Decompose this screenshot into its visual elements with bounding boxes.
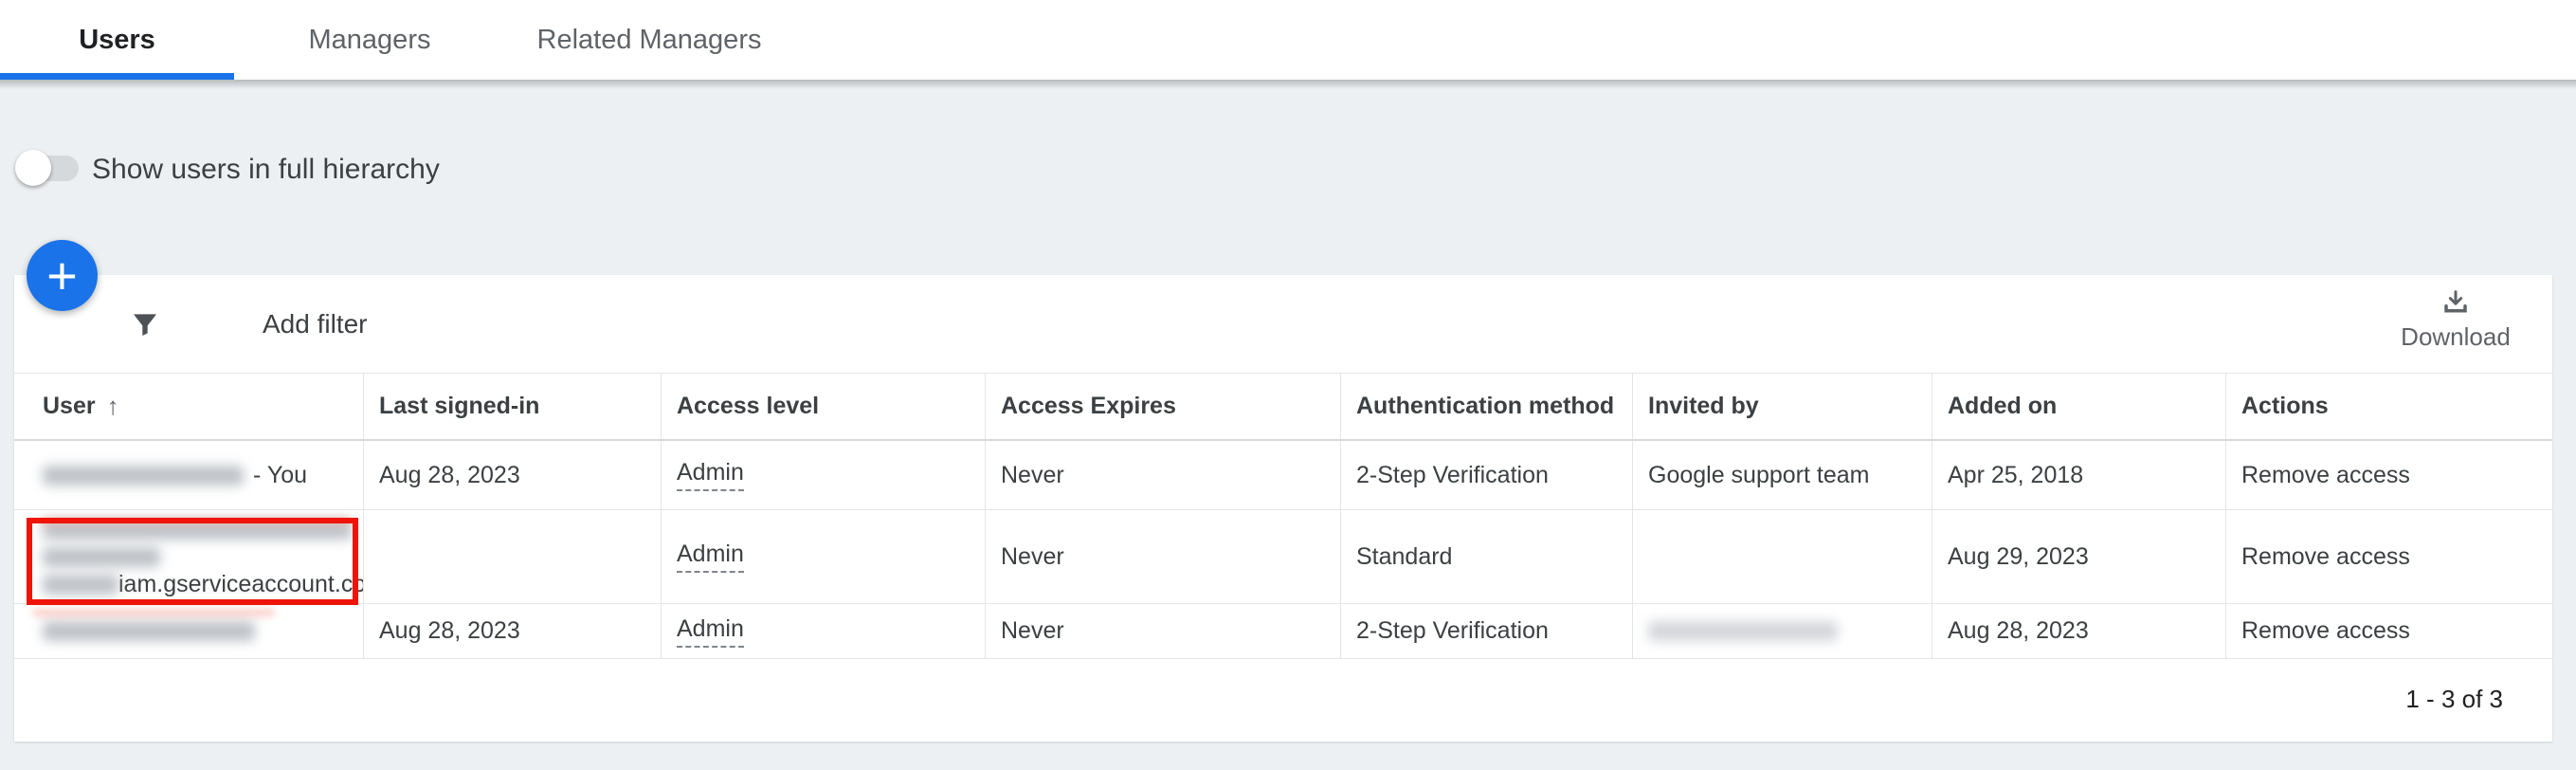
- table-row: - You Aug 28, 2023 Admin Never 2-Step Ve…: [14, 441, 2552, 510]
- last-signed-in-cell: Aug 28, 2023: [364, 441, 662, 509]
- user-cell: - You: [14, 441, 364, 509]
- add-filter-label: Add filter: [263, 309, 368, 339]
- sort-ascending-icon: ↑: [107, 392, 119, 421]
- access-level-cell: Admin: [662, 510, 986, 603]
- tab-bar-shadow: [0, 80, 2576, 89]
- column-header-added-on[interactable]: Added on: [1932, 374, 2226, 439]
- toggle-knob: [15, 150, 51, 186]
- tab-bar: Users Managers Related Managers: [0, 0, 2576, 80]
- added-on-cell: Apr 25, 2018: [1932, 441, 2226, 509]
- table-row: iam.gserviceaccount.com Admin Never Stan…: [14, 510, 2552, 604]
- invited-by-cell: [1633, 510, 1932, 603]
- active-tab-indicator: [0, 73, 234, 80]
- add-filter-button[interactable]: Add filter: [263, 275, 368, 373]
- full-hierarchy-toggle-label: Show users in full hierarchy: [92, 154, 440, 186]
- access-level-term[interactable]: Admin: [677, 615, 744, 648]
- column-header-access-expires[interactable]: Access Expires: [986, 374, 1341, 439]
- column-header-actions[interactable]: Actions: [2226, 374, 2552, 439]
- users-table: User ↑ Last signed-in Access level Acces…: [14, 373, 2552, 659]
- column-header-last-signed-in[interactable]: Last signed-in: [364, 374, 662, 439]
- column-header-user[interactable]: User ↑: [14, 374, 364, 439]
- access-level-cell: Admin: [662, 604, 986, 658]
- redacted-user-email: [43, 575, 118, 595]
- access-level-term[interactable]: Admin: [677, 541, 744, 573]
- plus-icon: +: [46, 249, 78, 302]
- redacted-user-email: [43, 466, 244, 486]
- service-account-lines: iam.gserviceaccount.com: [43, 518, 364, 596]
- download-button[interactable]: Download: [2380, 288, 2531, 352]
- redacted-invited-by-email: [1648, 621, 1838, 641]
- table-header-row: User ↑ Last signed-in Access level Acces…: [14, 373, 2552, 441]
- service-account-domain: iam.gserviceaccount.com: [118, 571, 364, 598]
- remove-access-button[interactable]: Remove access: [2226, 441, 2552, 509]
- redacted-user-email: [43, 621, 255, 641]
- users-table-card: Add filter Download User ↑ Last signed-i…: [14, 275, 2552, 742]
- access-expires-cell: Never: [986, 441, 1341, 509]
- remove-access-button[interactable]: Remove access: [2226, 604, 2552, 658]
- tab-related-managers[interactable]: Related Managers: [505, 0, 793, 80]
- column-header-invited-by[interactable]: Invited by: [1633, 374, 1932, 439]
- remove-access-button[interactable]: Remove access: [2226, 510, 2552, 603]
- table-row: Aug 28, 2023 Admin Never 2-Step Verifica…: [14, 604, 2552, 659]
- download-icon: [2441, 288, 2470, 317]
- access-expires-cell: Never: [986, 510, 1341, 603]
- pagination-range-label: 1 - 3 of 3: [2405, 685, 2503, 714]
- added-on-cell: Aug 29, 2023: [1932, 510, 2226, 603]
- redaction-artifact: [32, 609, 275, 616]
- authentication-method-cell: 2-Step Verification: [1341, 604, 1633, 658]
- last-signed-in-cell: Aug 28, 2023: [364, 604, 662, 658]
- redacted-user-email: [43, 547, 160, 567]
- added-on-cell: Aug 28, 2023: [1932, 604, 2226, 658]
- filter-funnel-icon[interactable]: [130, 309, 160, 339]
- access-expires-cell: Never: [986, 604, 1341, 658]
- last-signed-in-cell: [364, 510, 662, 603]
- tab-managers[interactable]: Managers: [234, 0, 505, 80]
- access-level-cell: Admin: [662, 441, 986, 509]
- tab-managers-label: Managers: [309, 25, 431, 56]
- authentication-method-cell: Standard: [1341, 510, 1633, 603]
- column-header-access-level[interactable]: Access level: [662, 374, 986, 439]
- redaction-artifact: [40, 518, 353, 525]
- tab-users-label: Users: [79, 25, 155, 56]
- pagination-bar: 1 - 3 of 3: [14, 657, 2552, 742]
- access-level-term[interactable]: Admin: [677, 459, 744, 491]
- add-user-button[interactable]: +: [27, 240, 98, 311]
- authentication-method-cell: 2-Step Verification: [1341, 441, 1633, 509]
- tab-users[interactable]: Users: [0, 0, 234, 80]
- full-hierarchy-toggle[interactable]: [20, 156, 79, 181]
- invited-by-cell: Google support team: [1633, 441, 1932, 509]
- invited-by-cell: [1633, 604, 1932, 658]
- table-toolbar: Add filter Download: [14, 275, 2552, 373]
- download-label: Download: [2401, 322, 2511, 352]
- column-header-authentication-method[interactable]: Authentication method: [1341, 374, 1633, 439]
- user-you-suffix: - You: [253, 462, 307, 489]
- tab-related-managers-label: Related Managers: [537, 25, 762, 56]
